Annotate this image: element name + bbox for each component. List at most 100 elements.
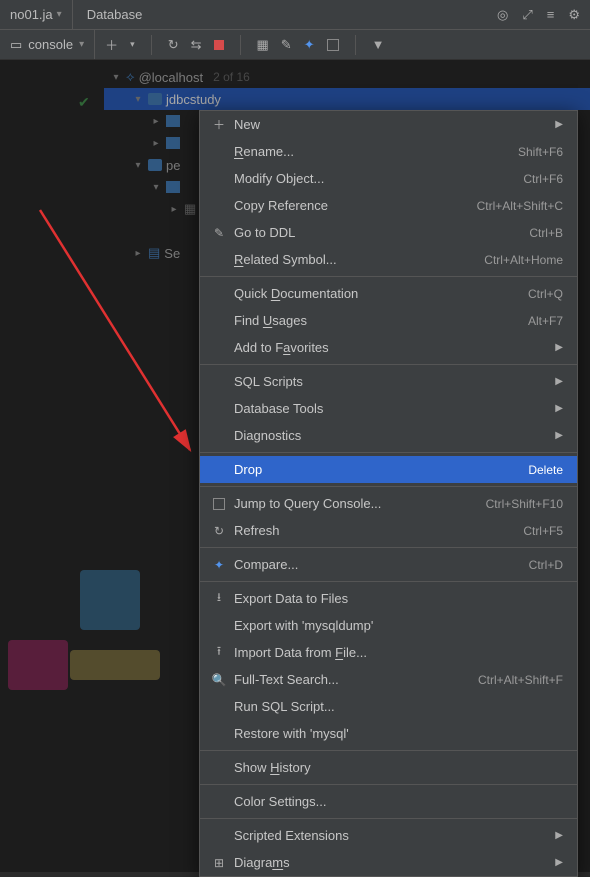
menu-database-tools[interactable]: Database Tools ▶ — [200, 395, 577, 422]
folder-icon — [166, 137, 180, 149]
table-icon: ▦ — [184, 201, 196, 217]
menu-favorites[interactable]: Add to Favorites ▶ — [200, 334, 577, 361]
file-tab-label: no01.ja — [10, 7, 53, 22]
chevron-down-icon[interactable]: ▾ — [132, 160, 144, 171]
menu-import-file[interactable]: ⭱ Import Data from File... — [200, 639, 577, 666]
database-panel-title: Database — [73, 7, 157, 22]
compare-icon: ✦ — [208, 558, 230, 572]
add-icon[interactable]: ＋ — [105, 35, 118, 54]
preview-blob — [8, 640, 68, 690]
chevron-right-icon[interactable]: ▸ — [132, 248, 144, 259]
schema-icon — [148, 159, 162, 171]
schema-label: jdbcstudy — [166, 92, 221, 107]
chevron-right-icon: ▶ — [555, 830, 563, 841]
menu-label: Related Symbol... — [230, 252, 484, 267]
gear-icon[interactable]: ⚙ — [568, 7, 580, 23]
menu-label: Rename... — [230, 144, 518, 159]
menu-shortcut: Ctrl+Q — [528, 287, 563, 301]
menu-jump-console[interactable]: Jump to Query Console... Ctrl+Shift+F10 — [200, 490, 577, 517]
menu-shortcut: Ctrl+Alt+Home — [484, 253, 563, 267]
menu-diagnostics[interactable]: Diagnostics ▶ — [200, 422, 577, 449]
target-icon[interactable]: ◎ — [497, 7, 508, 23]
chevron-right-icon[interactable]: ▸ — [150, 138, 162, 149]
menu-history[interactable]: Show History — [200, 754, 577, 781]
server-icon: ▤ — [148, 245, 160, 261]
refresh-icon[interactable]: ↻ — [168, 37, 179, 53]
menu-label: Color Settings... — [230, 794, 563, 809]
top-header: no01.ja ▾ Database ◎ ⤢ ≡ ⚙ — [0, 0, 590, 30]
menu-label: Jump to Query Console... — [230, 496, 486, 511]
menu-separator — [200, 364, 577, 365]
context-menu: ＋ New ▶ Rename... Shift+F6 Modify Object… — [199, 110, 578, 877]
menu-rename[interactable]: Rename... Shift+F6 — [200, 138, 577, 165]
server-label: Se — [164, 246, 180, 261]
stop-icon[interactable] — [214, 40, 224, 50]
menu-label: Copy Reference — [230, 198, 477, 213]
edit-icon[interactable]: ✎ — [281, 37, 292, 53]
header-tools: ◎ ⤢ ≡ ⚙ — [497, 7, 590, 23]
menu-separator — [200, 547, 577, 548]
menu-copy-reference[interactable]: Copy Reference Ctrl+Alt+Shift+C — [200, 192, 577, 219]
menu-sql-scripts[interactable]: SQL Scripts ▶ — [200, 368, 577, 395]
editor-tab[interactable]: no01.ja ▾ — [0, 0, 72, 29]
menu-compare[interactable]: ✦ Compare... Ctrl+D — [200, 551, 577, 578]
menu-fulltext-search[interactable]: 🔍 Full-Text Search... Ctrl+Alt+Shift+F — [200, 666, 577, 693]
menu-scripted-ext[interactable]: Scripted Extensions ▶ — [200, 822, 577, 849]
chevron-down-icon[interactable]: ▾ — [110, 72, 122, 83]
chevron-down-icon[interactable]: ▾ — [57, 9, 62, 20]
chevron-right-icon: ▶ — [555, 403, 563, 414]
menu-run-sql[interactable]: Run SQL Script... — [200, 693, 577, 720]
sync-icon[interactable]: ⇆ — [191, 37, 202, 53]
menu-shortcut: Ctrl+Alt+Shift+F — [478, 673, 563, 687]
expand-icon[interactable]: ⤢ — [522, 7, 532, 23]
menu-refresh[interactable]: ↻ Refresh Ctrl+F5 — [200, 517, 577, 544]
menu-new[interactable]: ＋ New ▶ — [200, 111, 577, 138]
menu-drop[interactable]: Drop Delete — [200, 456, 577, 483]
collapse-icon[interactable]: ≡ — [547, 7, 555, 22]
chevron-down-icon[interactable]: ▾ — [130, 39, 135, 50]
menu-label: Export with 'mysqldump' — [230, 618, 563, 633]
menu-find-usages[interactable]: Find Usages Alt+F7 — [200, 307, 577, 334]
datasource-label: @localhost — [139, 70, 204, 85]
menu-label: Diagrams — [230, 855, 555, 870]
refresh-icon: ↻ — [208, 524, 230, 538]
menu-label: Quick Documentation — [230, 286, 528, 301]
menu-restore[interactable]: Restore with 'mysql' — [200, 720, 577, 747]
diagram-icon: ⊞ — [208, 856, 230, 870]
folder-icon — [166, 181, 180, 193]
chevron-right-icon[interactable]: ▸ — [168, 204, 180, 215]
menu-shortcut: Shift+F6 — [518, 145, 563, 159]
edit-icon: ✎ — [208, 226, 230, 240]
menu-quick-doc[interactable]: Quick Documentation Ctrl+Q — [200, 280, 577, 307]
menu-shortcut: Ctrl+Shift+F10 — [486, 497, 563, 511]
folder-icon — [166, 115, 180, 127]
tree-schema-selected[interactable]: ▾ jdbcstudy — [104, 88, 590, 110]
menu-separator — [200, 750, 577, 751]
menu-shortcut: Alt+F7 — [528, 314, 563, 328]
chevron-down-icon[interactable]: ▾ — [132, 94, 144, 105]
chevron-down-icon[interactable]: ▾ — [150, 182, 162, 193]
menu-related-symbol[interactable]: Related Symbol... Ctrl+Alt+Home — [200, 246, 577, 273]
chevron-right-icon: ▶ — [555, 430, 563, 441]
menu-label: Restore with 'mysql' — [230, 726, 563, 741]
key-icon[interactable]: ✦ — [304, 37, 315, 53]
table-icon[interactable]: ▦ — [257, 37, 269, 53]
menu-modify[interactable]: Modify Object... Ctrl+F6 — [200, 165, 577, 192]
menu-label: Show History — [230, 760, 563, 775]
ddl-icon[interactable] — [327, 39, 339, 51]
menu-go-to-ddl[interactable]: ✎ Go to DDL Ctrl+B — [200, 219, 577, 246]
separator — [240, 35, 241, 55]
tree-datasource[interactable]: ▾ ⟡ @localhost 2 of 16 — [104, 66, 590, 88]
filter-icon[interactable]: ▼ — [372, 37, 385, 52]
menu-color-settings[interactable]: Color Settings... — [200, 788, 577, 815]
console-chip[interactable]: ▭ console ▾ — [0, 30, 95, 59]
chevron-right-icon[interactable]: ▸ — [150, 116, 162, 127]
menu-label: Import Data from File... — [230, 645, 563, 660]
menu-separator — [200, 784, 577, 785]
schema-icon — [148, 93, 162, 105]
search-icon: 🔍 — [208, 673, 230, 687]
menu-label: Refresh — [230, 523, 523, 538]
menu-export-files[interactable]: ⭳ Export Data to Files — [200, 585, 577, 612]
menu-shortcut: Ctrl+B — [529, 226, 563, 240]
menu-export-dump[interactable]: Export with 'mysqldump' — [200, 612, 577, 639]
